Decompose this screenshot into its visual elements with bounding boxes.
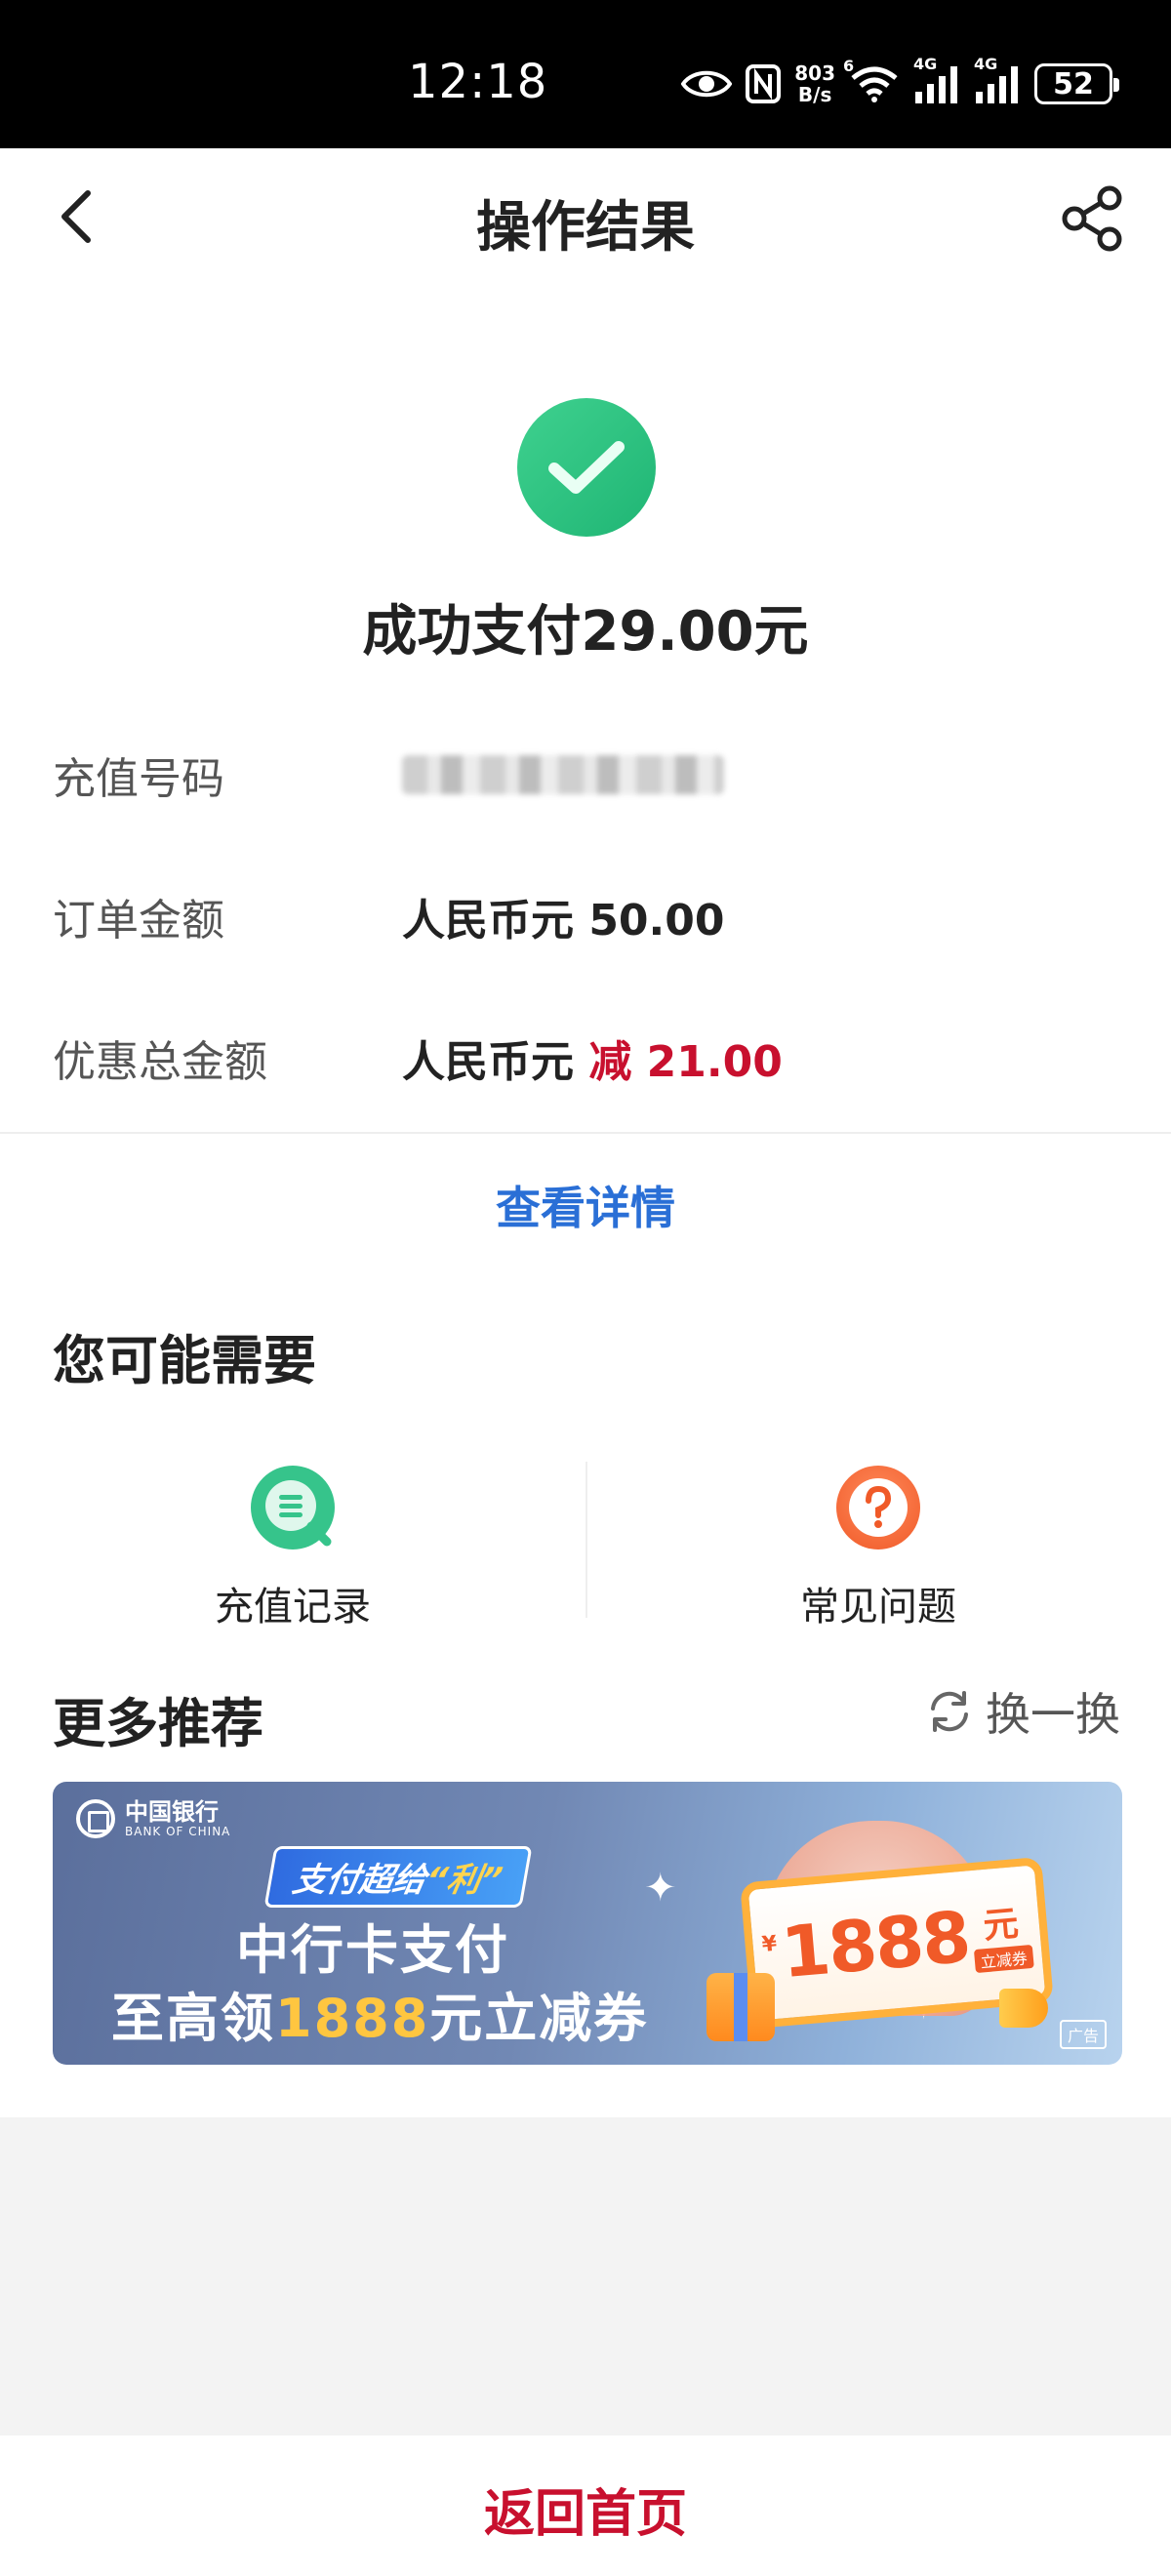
share-icon	[1062, 185, 1122, 252]
info-row-recharge-number: 充值号码	[53, 745, 1126, 804]
status-icons: 803 B/s 6 4G 4G 52	[681, 55, 1119, 109]
info-label: 充值号码	[53, 754, 224, 804]
signal-2: 4G	[974, 55, 1021, 103]
quick-item-label: 常见问题	[800, 1585, 956, 1630]
battery-icon: 52	[1034, 63, 1119, 104]
status-bar: 12:18 803 B/s 6 4G 4G 52	[0, 0, 1171, 148]
bank-logo: 中国银行 BANK OF CHINA	[76, 1799, 230, 1838]
section-title: 您可能需要	[53, 1330, 316, 1391]
result-card: 成功支付29.00元 充值号码 订单金额 人民币元 50.00 优惠总金额 人民…	[0, 285, 1171, 1134]
bank-logo-icon	[76, 1799, 115, 1838]
you-may-need-section: 您可能需要 充值记录 常见问题	[0, 1261, 1171, 1631]
section-title: 更多推荐	[53, 1693, 263, 1754]
share-button[interactable]	[1058, 183, 1128, 254]
nfc-icon	[746, 64, 782, 103]
discount-amount: 减 21.00	[588, 1037, 783, 1087]
info-label: 优惠总金额	[53, 1037, 267, 1087]
nav-bar: 操作结果	[0, 148, 1171, 285]
wifi-icon	[851, 66, 898, 102]
status-time: 12:18	[408, 55, 548, 109]
return-home-button[interactable]: 返回首页	[0, 2473, 1171, 2546]
masked-phone-number	[402, 755, 724, 794]
quick-item-label: 充值记录	[215, 1585, 371, 1630]
promo-tag: 支付超给“利”	[263, 1846, 533, 1908]
signal-1: 4G	[913, 55, 960, 103]
success-check-icon	[517, 398, 656, 537]
refresh-button[interactable]: 换一换	[925, 1682, 1120, 1741]
payment-result-title: 成功支付29.00元	[362, 600, 809, 664]
bottom-bar: 返回首页	[0, 2435, 1171, 2576]
order-amount-value: 人民币元 50.00	[402, 896, 725, 946]
details-section: 查看详情	[0, 1134, 1171, 1261]
info-label: 订单金额	[53, 896, 224, 946]
info-row-discount: 优惠总金额 人民币元 减 21.00	[53, 1028, 1126, 1087]
question-icon	[836, 1466, 920, 1550]
discount-value: 人民币元 减 21.00	[402, 1037, 783, 1087]
gift-box-icon	[707, 1973, 775, 2041]
info-row-order-amount: 订单金额 人民币元 50.00	[53, 887, 1126, 946]
refresh-icon	[931, 1691, 968, 1732]
promo-headline: 中行卡支付	[236, 1919, 509, 1981]
more-recommended-section: 更多推荐 换一换 中国银行 BANK OF CHINA 支付超给“利” 中行卡支…	[0, 1631, 1171, 2117]
sparkle-icon: ✦	[644, 1866, 677, 1911]
promo-subheadline: 至高领1888元立减券	[111, 1988, 649, 2049]
promo-banner[interactable]: 中国银行 BANK OF CHINA 支付超给“利” 中行卡支付 至高领1888…	[53, 1782, 1122, 2065]
net-speed: 803 B/s	[794, 61, 835, 106]
view-details-link[interactable]: 查看详情	[0, 1173, 1171, 1237]
search-list-icon	[251, 1466, 335, 1550]
wifi-status: 6	[843, 57, 900, 103]
megaphone-icon	[999, 1989, 1048, 2028]
refresh-label: 换一换	[986, 1688, 1120, 1741]
page-title: 操作结果	[476, 196, 695, 260]
eye-icon	[681, 70, 733, 98]
ad-badge: 广告	[1059, 2020, 1107, 2049]
